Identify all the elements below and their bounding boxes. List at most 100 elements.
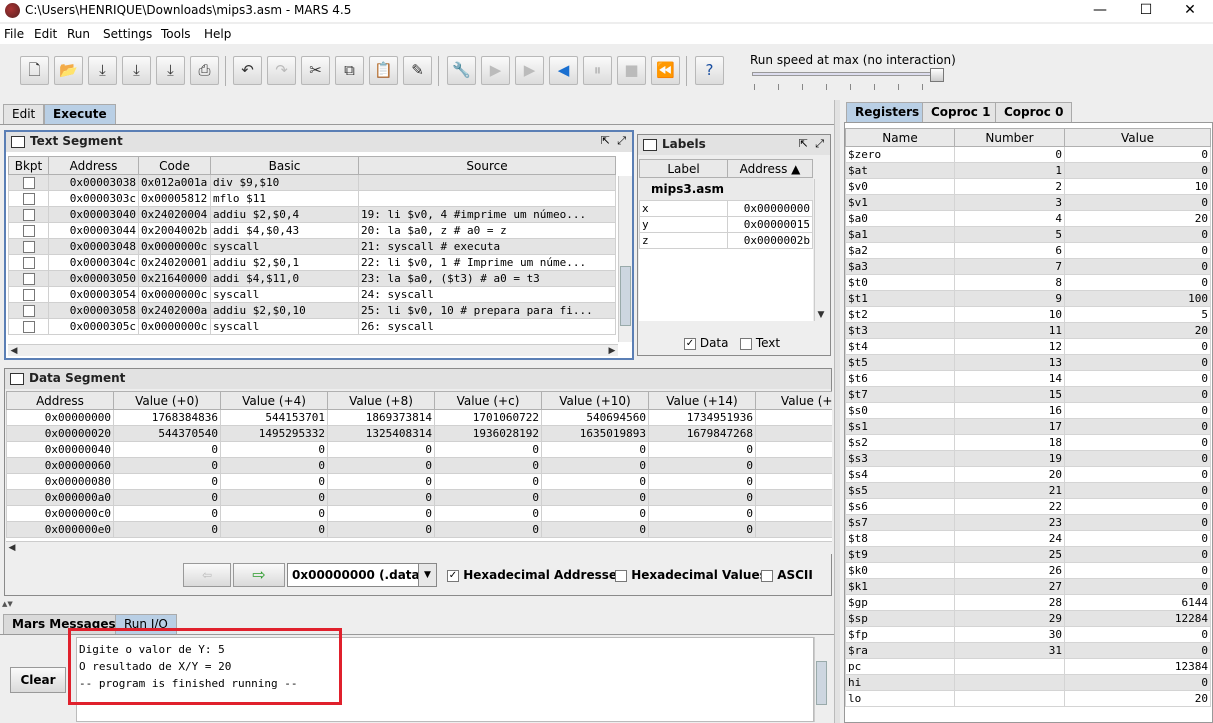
scroll-left-icon[interactable]: ◀ — [8, 345, 20, 357]
register-value[interactable]: 0 — [1064, 162, 1211, 179]
data-value-cell[interactable]: 0 — [648, 505, 756, 522]
maximize-icon[interactable]: ☐ — [1123, 0, 1169, 22]
next-segment-button[interactable]: ⇨ — [233, 563, 285, 587]
register-value[interactable]: 0 — [1064, 498, 1211, 515]
table-row[interactable]: 0x00003054 0x0000000c syscall 24: syscall — [8, 286, 616, 303]
data-value-cell[interactable]: 0 — [220, 505, 328, 522]
register-value[interactable]: 0 — [1064, 402, 1211, 419]
data-value-cell[interactable]: 540694560 — [541, 409, 649, 426]
register-value[interactable]: 5 — [1064, 306, 1211, 323]
data-value-cell[interactable]: 1325408314 — [327, 425, 435, 442]
data-value-cell[interactable]: 0 — [648, 489, 756, 506]
maximize-pane-icon[interactable]: ⤢ — [815, 137, 824, 151]
data-value-cell[interactable]: 0 — [113, 489, 221, 506]
tab-coproc0[interactable]: Coproc 0 — [995, 102, 1073, 122]
data-value-cell[interactable]: 0 — [648, 521, 756, 538]
table-row[interactable]: 0x0000305c 0x0000000c syscall 26: syscall — [8, 318, 616, 335]
header-label[interactable]: Label — [639, 159, 728, 178]
labels-data-checkbox[interactable]: ✓ Data — [684, 336, 728, 350]
register-value[interactable]: 20 — [1064, 210, 1211, 227]
menu-edit[interactable]: Edit — [34, 27, 57, 41]
paste-icon[interactable]: 📋 — [369, 56, 398, 85]
breakpoint-checkbox[interactable] — [22, 177, 35, 189]
data-value-cell[interactable]: 0 — [755, 473, 832, 490]
copy-icon[interactable]: ⧉ — [335, 56, 364, 85]
register-value[interactable]: 12284 — [1064, 610, 1211, 627]
header-source[interactable]: Source — [358, 156, 616, 175]
register-value[interactable]: 0 — [1064, 354, 1211, 371]
prev-segment-button[interactable]: ⇦ — [183, 563, 231, 587]
menu-help[interactable]: Help — [204, 27, 231, 41]
reset-icon[interactable]: ⏪ — [651, 56, 680, 85]
pause-icon[interactable]: ⏸ — [583, 56, 612, 85]
register-value[interactable]: 6144 — [1064, 594, 1211, 611]
label-row[interactable]: z 0x0000002b — [639, 232, 813, 249]
run-icon[interactable]: ▶ — [481, 56, 510, 85]
labels-vscroll[interactable]: ▼ — [814, 179, 828, 321]
register-value[interactable]: 12384 — [1064, 658, 1211, 675]
header-value-8[interactable]: Value (+8) — [327, 391, 435, 410]
data-value-cell[interactable]: 1936028192 — [434, 425, 542, 442]
header-reg-number[interactable]: Number — [954, 128, 1065, 147]
breakpoint-checkbox[interactable] — [22, 305, 35, 317]
restore-icon[interactable]: ⇱ — [601, 134, 610, 147]
find-replace-icon[interactable]: ✎ — [403, 56, 432, 85]
scroll-thumb[interactable] — [620, 266, 631, 326]
data-value-cell[interactable]: 0 — [220, 457, 328, 474]
cut-icon[interactable]: ✂ — [301, 56, 330, 85]
data-value-cell[interactable]: 0 — [541, 473, 649, 490]
data-value-cell[interactable]: 0 — [220, 521, 328, 538]
data-value-cell[interactable]: 0 — [541, 441, 649, 458]
data-value-cell[interactable]: 1869373814 — [327, 409, 435, 426]
data-value-cell[interactable]: 0 — [541, 505, 649, 522]
data-value-cell[interactable]: 0 — [327, 473, 435, 490]
breakpoint-checkbox[interactable] — [22, 321, 35, 333]
breakpoint-checkbox[interactable] — [22, 225, 35, 237]
register-value[interactable]: 0 — [1064, 466, 1211, 483]
labels-text-checkbox[interactable]: Text — [740, 336, 780, 350]
menu-settings[interactable]: Settings — [103, 27, 152, 41]
labels-file[interactable]: mips3.asm — [639, 178, 813, 200]
header-reg-value[interactable]: Value — [1064, 128, 1211, 147]
header-data-address[interactable]: Address — [6, 391, 114, 410]
restore-icon[interactable]: ⇱ — [799, 137, 808, 150]
data-value-cell[interactable]: 0 — [648, 473, 756, 490]
print-icon[interactable]: ⎙ — [190, 56, 219, 85]
stop-icon[interactable]: ■ — [617, 56, 646, 85]
data-value-cell[interactable]: 0 — [755, 457, 832, 474]
register-value[interactable]: 0 — [1064, 546, 1211, 563]
bkpt-cell[interactable] — [8, 270, 49, 287]
register-value[interactable]: 0 — [1064, 562, 1211, 579]
data-value-cell[interactable]: 0 — [113, 505, 221, 522]
breakpoint-checkbox[interactable] — [22, 273, 35, 285]
ascii-checkbox[interactable]: ASCII — [761, 568, 813, 582]
data-value-cell[interactable]: 5435 — [755, 409, 832, 426]
breakpoint-checkbox[interactable] — [22, 241, 35, 253]
register-value[interactable]: 0 — [1064, 258, 1211, 275]
bkpt-cell[interactable] — [8, 206, 49, 223]
register-value[interactable]: 0 — [1064, 370, 1211, 387]
table-row[interactable]: 0x00003050 0x21640000 addi $4,$11,0 23: la … — [8, 270, 616, 287]
register-value[interactable]: 0 — [1064, 626, 1211, 643]
segment-select[interactable]: 0x00000000 (.data) ▼ — [287, 563, 437, 587]
register-value[interactable]: 10 — [1064, 178, 1211, 195]
help-icon[interactable]: ? — [695, 56, 724, 85]
table-row[interactable]: 0x0000303c 0x00005812 mflo $11 — [8, 190, 616, 207]
chevron-down-icon[interactable]: ▼ — [418, 564, 436, 586]
data-value-cell[interactable]: 0 — [113, 457, 221, 474]
data-value-cell[interactable]: 1701060722 — [434, 409, 542, 426]
register-value[interactable]: 0 — [1064, 338, 1211, 355]
data-value-cell[interactable]: 0 — [327, 441, 435, 458]
register-value[interactable]: 0 — [1064, 194, 1211, 211]
table-row[interactable]: 0x00003038 0x012a001a div $9,$10 — [8, 174, 616, 191]
redo-icon[interactable]: ↷ — [267, 56, 296, 85]
data-value-cell[interactable]: 1495295332 — [220, 425, 328, 442]
register-value[interactable]: 0 — [1064, 226, 1211, 243]
register-value[interactable]: 100 — [1064, 290, 1211, 307]
menu-run[interactable]: Run — [67, 27, 90, 41]
scroll-down-icon[interactable]: ▼ — [815, 309, 827, 321]
bkpt-cell[interactable] — [8, 190, 49, 207]
data-value-cell[interactable]: 0 — [541, 489, 649, 506]
bkpt-cell[interactable] — [8, 174, 49, 191]
backstep-icon[interactable]: ◀ — [549, 56, 578, 85]
